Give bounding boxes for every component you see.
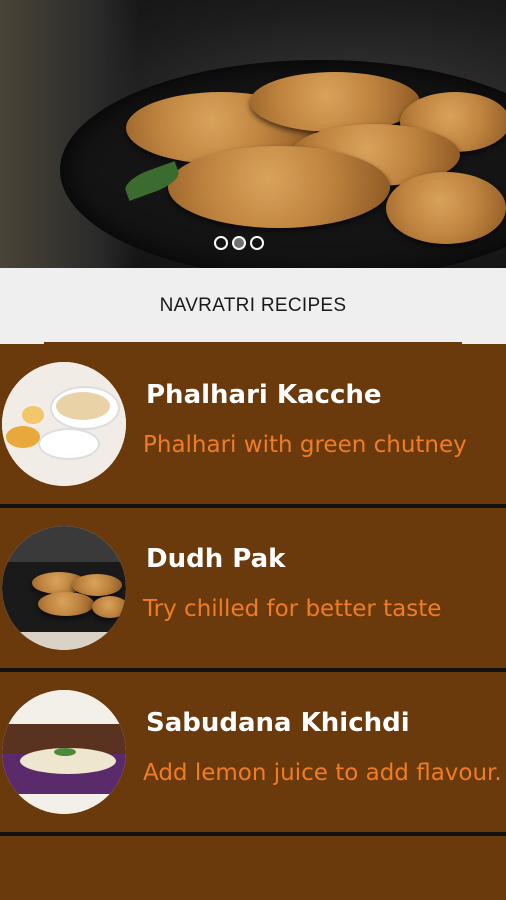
recipe-thumbnail [2,526,126,650]
recipe-thumbnail [2,362,126,486]
recipe-title: Sabudana Khichdi [146,708,410,738]
carousel-indicators [214,236,264,250]
recipe-description: Phalhari with green chutney [143,432,467,458]
recipe-description: Try chilled for better taste [143,596,442,622]
carousel-dot[interactable] [250,236,264,250]
recipe-thumbnail [2,690,126,814]
recipe-item[interactable]: Phalhari Kacche Phalhari with green chut… [0,344,506,508]
banner-patty [250,72,420,132]
recipe-title: Phalhari Kacche [146,380,382,410]
banner-patty [386,172,506,244]
recipe-title: Dudh Pak [146,544,286,574]
recipe-item[interactable]: Dudh Pak Try chilled for better taste [0,508,506,672]
carousel-dot-active[interactable] [232,236,246,250]
recipe-description: Add lemon juice to add flavour. [143,760,502,786]
recipe-list: Phalhari Kacche Phalhari with green chut… [0,344,506,836]
section-title: NAVRATRI RECIPES [159,295,347,316]
carousel-dot[interactable] [214,236,228,250]
section-header: NAVRATRI RECIPES [0,268,506,344]
banner-carousel[interactable] [0,0,506,268]
banner-patty [168,146,390,228]
recipe-item[interactable]: Sabudana Khichdi Add lemon juice to add … [0,672,506,836]
